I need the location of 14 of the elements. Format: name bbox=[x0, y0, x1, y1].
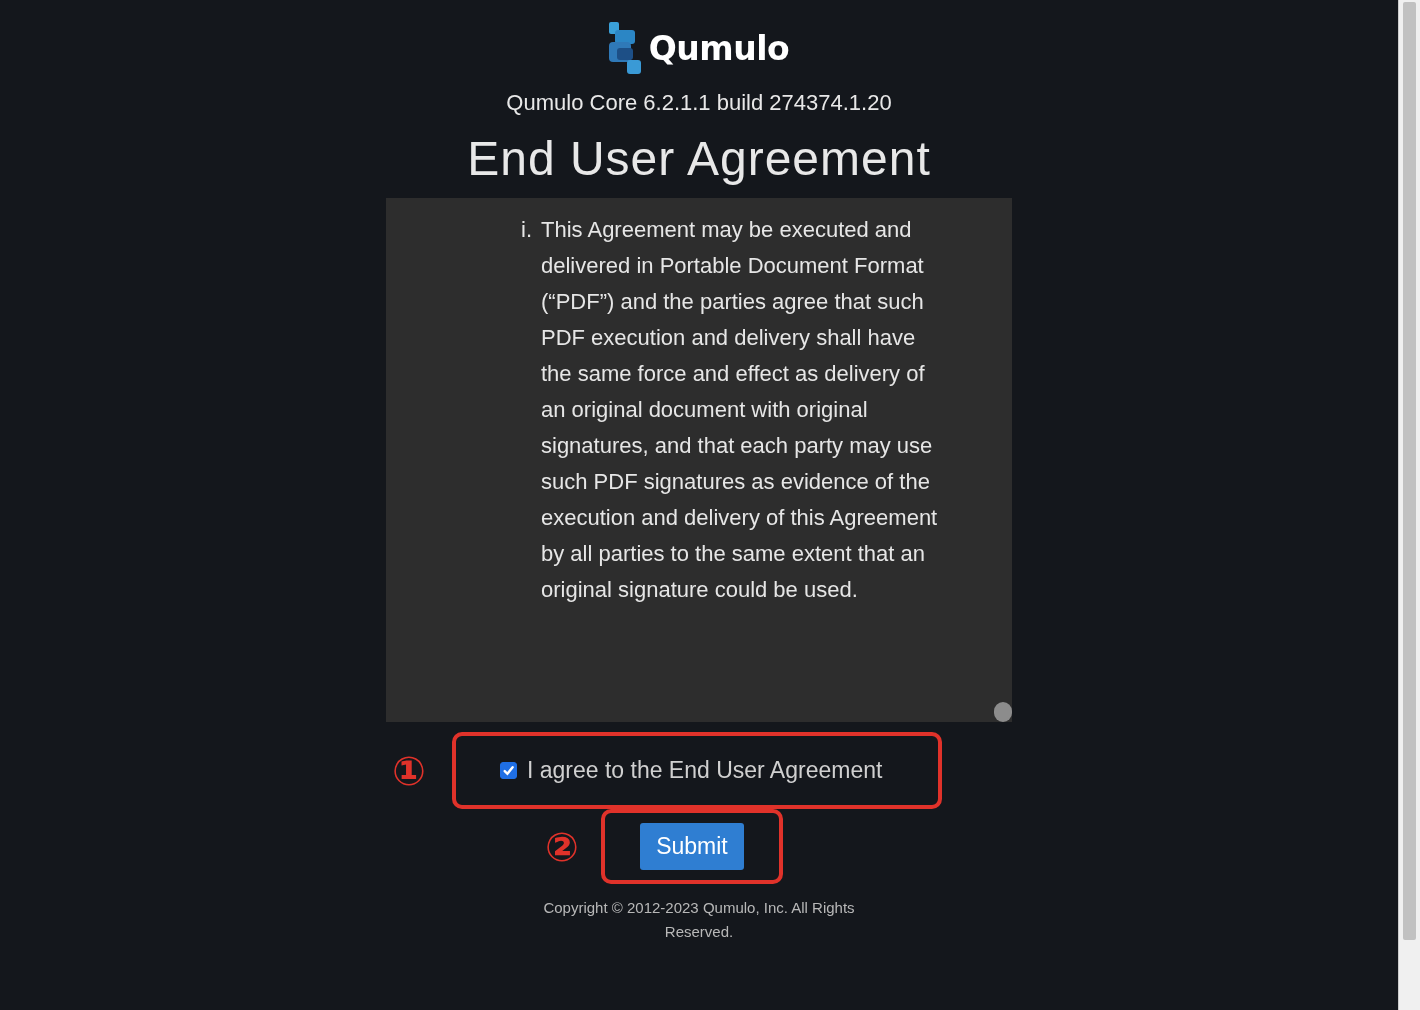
annotation-number: ① bbox=[392, 747, 426, 794]
annotation-number: ② bbox=[545, 823, 579, 870]
scrollbar-thumb[interactable] bbox=[1403, 2, 1416, 940]
logo-icon bbox=[608, 22, 641, 74]
copyright-text: Copyright © 2012-2023 Qumulo, Inc. All Rights Reserved. bbox=[542, 898, 856, 942]
list-marker: i. bbox=[521, 216, 533, 244]
scroll-thumb[interactable] bbox=[994, 702, 1012, 722]
brand-name: Qumulo bbox=[648, 28, 790, 68]
agree-checkbox[interactable] bbox=[499, 762, 517, 779]
page-title: End User Agreement bbox=[467, 131, 931, 187]
version-text: Qumulo Core 6.2.1.1 build 274374.1.20 bbox=[506, 90, 892, 116]
submit-button[interactable]: Submit bbox=[640, 823, 744, 870]
agreement-text: This Agreement may be executed and delivered in Portable Document Format (“PDF”) and the parties agree that such PDF execution and delivery shall have the same force and effect as delivery of an original document with original signatures, and that each party may use such PDF signatures as evidence of the execution and delivery of this Agreement by all parties to the same extent that an original signature could be used. bbox=[541, 216, 939, 604]
agree-label: I agree to the End User Agreement bbox=[526, 757, 883, 784]
